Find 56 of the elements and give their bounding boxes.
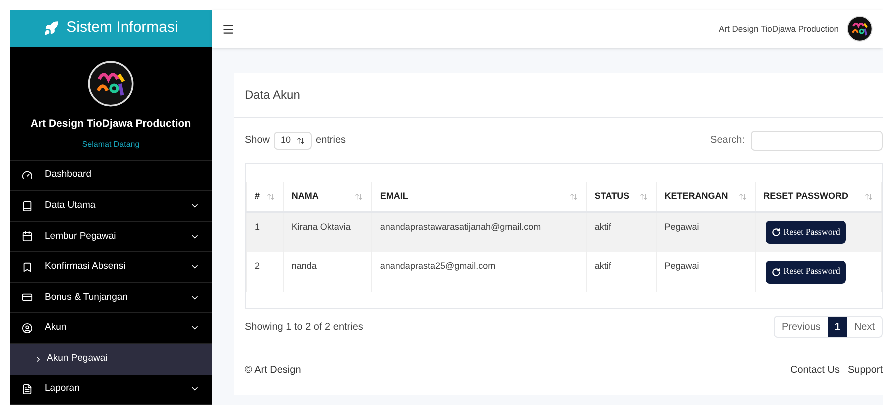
sort-icon <box>570 192 578 200</box>
column-header[interactable]: EMAIL <box>372 182 586 212</box>
table-cell: 1 <box>246 212 284 252</box>
table-cell: anandaprasta25@gmail.com <box>372 252 586 292</box>
menu-icon <box>22 384 33 395</box>
menu-icon <box>22 231 33 242</box>
table-cell: Kirana Oktavia <box>283 212 372 252</box>
sort-icon <box>355 192 364 200</box>
table-cell: aktif <box>586 212 656 252</box>
page-size-select[interactable]: 10 <box>274 132 312 150</box>
sort-icon <box>640 192 648 200</box>
table-cell: nanda <box>283 252 372 292</box>
column-header[interactable]: STATUS <box>586 182 656 212</box>
logo-icon <box>88 61 134 108</box>
reset-password-button[interactable]: Reset Password <box>766 260 846 284</box>
footer-link[interactable]: Contact Us <box>790 362 840 378</box>
sort-icon <box>266 192 275 200</box>
chevron-right-icon <box>34 354 43 364</box>
copyright-text: © Art Design <box>245 364 302 378</box>
column-header[interactable]: # <box>246 182 284 212</box>
menu-icon[interactable] <box>222 22 235 36</box>
entries-info: Showing 1 to 2 of 2 entries <box>245 320 364 334</box>
menu-icon <box>22 200 33 212</box>
column-header[interactable]: KETERANGAN <box>656 182 756 212</box>
show-label: Show <box>245 134 270 148</box>
footer-link[interactable]: Support <box>848 362 883 378</box>
column-header[interactable]: RESET PASSWORD <box>755 182 882 212</box>
table-cell: Pegawai <box>656 252 756 292</box>
menu-icon <box>22 322 33 334</box>
entries-label: entries <box>316 134 346 148</box>
pagination-button[interactable]: Previous <box>774 317 828 337</box>
menu-icon <box>22 292 33 304</box>
user-name: Art Design TioDjawa Production <box>718 22 839 36</box>
caret-icon <box>297 136 306 144</box>
refresh-icon <box>772 228 781 237</box>
table-cell: anandaprastawarasatijanah@gmail.com <box>372 212 586 252</box>
page-button[interactable]: 1 <box>828 317 848 337</box>
column-header[interactable]: NAMA <box>283 182 372 212</box>
menu-icon <box>22 262 33 273</box>
search-label: Search: <box>710 134 745 148</box>
sort-icon <box>865 192 873 200</box>
table-cell: 2 <box>246 252 284 292</box>
reset-password-button[interactable]: Reset Password <box>766 221 846 244</box>
profile-name: Art Design TioDjawa Production <box>30 117 192 132</box>
rocket-icon <box>44 21 59 36</box>
logo-icon <box>847 16 873 42</box>
greeting-text: Selamat Datang <box>82 139 140 152</box>
search-field[interactable] <box>751 130 883 150</box>
card-title: Data Akun <box>245 87 300 104</box>
refresh-icon <box>772 268 781 276</box>
submenu-item[interactable]: Akun Pegawai <box>10 344 212 375</box>
menu-icon <box>22 170 33 182</box>
sort-icon <box>738 192 747 200</box>
table-cell: aktif <box>586 252 656 292</box>
table-cell: Pegawai <box>656 212 756 252</box>
pagination-button[interactable]: Next <box>847 317 882 337</box>
